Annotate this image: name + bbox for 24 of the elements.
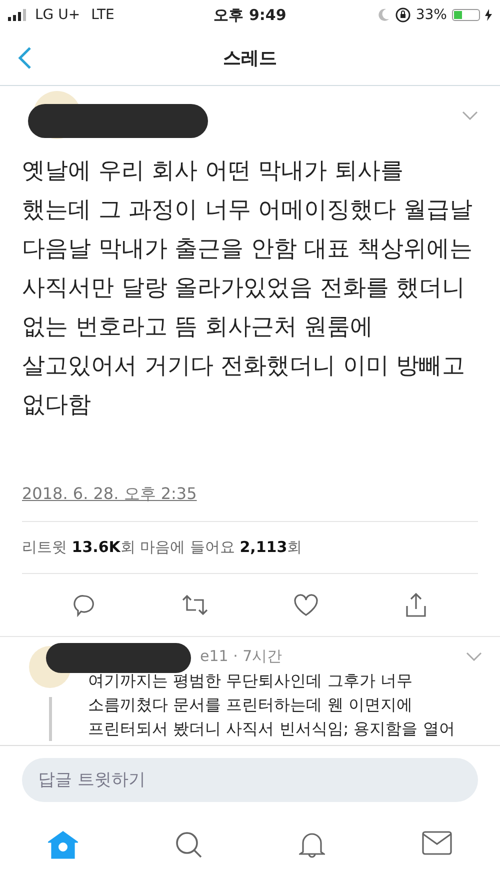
tweet-text: 옛날에 우리 회사 어떤 막내가 퇴사를 했는데 그 과정이 너무 어메이징했다 월급날 다음날 막내가 출근을 안함 대표 책상위에는 사직서만 달랑 올라가있었음 전화를 했더니 없는 번호라고 뜸 회사근처 원룸에 살고있어서 거기다 전화했더니 이미 방빼고 없다함 bbox=[22, 157, 474, 420]
reply-text: 여기까지는 평범한 무단퇴사인데 그후가 너무 소름끼쳤다 문서를 프린터하는데 웬 이면지에 프린터되서 봤더니 사직서 빈서식임; 용지함을 열어 bbox=[88, 670, 456, 740]
reply-input-field[interactable]: 답글 트윗하기 bbox=[22, 758, 478, 802]
search-tab-icon[interactable] bbox=[174, 831, 203, 859]
heart-icon[interactable] bbox=[293, 593, 320, 617]
bell-tab-icon[interactable] bbox=[299, 831, 326, 859]
mail-tab-icon[interactable] bbox=[422, 831, 452, 855]
tweet-stats: 리트윗 13.6K회 마음에 들어요 2,113회 bbox=[22, 538, 302, 556]
share-icon[interactable] bbox=[404, 592, 428, 618]
screen-title: 스레드 bbox=[223, 46, 277, 70]
home-tab-icon[interactable] bbox=[48, 831, 78, 859]
rotation-lock-icon bbox=[394, 7, 411, 23]
reply-icon[interactable] bbox=[72, 593, 96, 617]
clock-time: 오후 9:49 bbox=[214, 6, 286, 24]
battery-icon bbox=[452, 9, 480, 21]
moon-icon bbox=[378, 8, 390, 22]
carrier-label: LG U+ bbox=[35, 7, 80, 23]
charging-bolt-icon bbox=[484, 9, 492, 21]
retweet-icon[interactable] bbox=[180, 594, 209, 616]
back-icon[interactable] bbox=[18, 46, 32, 70]
reply-handle-time: e11 · 7시간 bbox=[200, 646, 282, 666]
network-label: LTE bbox=[91, 7, 114, 23]
battery-percent: 33% bbox=[416, 7, 447, 23]
tweet-date-link[interactable]: 2018. 6. 28. 오후 2:35 bbox=[22, 484, 197, 505]
